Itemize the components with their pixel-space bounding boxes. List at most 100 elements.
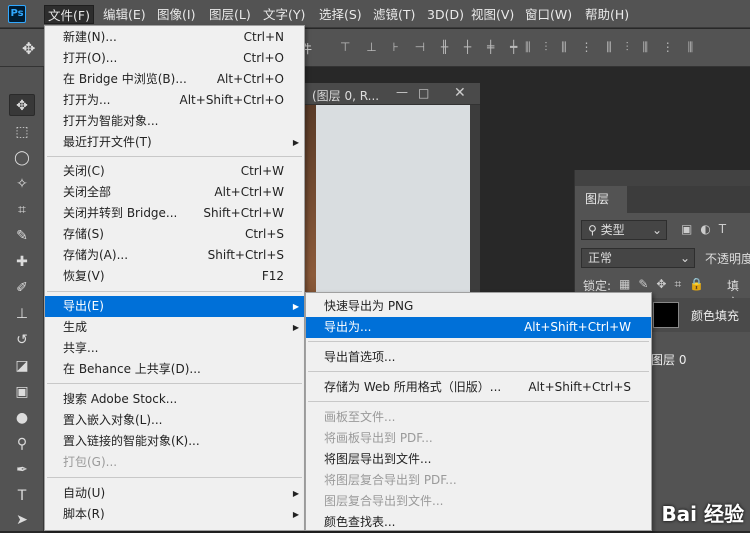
pen-tool-icon[interactable]: ✒ (9, 459, 35, 481)
magic-wand-icon[interactable]: ✧ (9, 173, 35, 195)
menu-item[interactable]: 导出首选项... (306, 347, 651, 368)
menu-item[interactable]: 共享... (45, 338, 304, 359)
eyedropper-icon[interactable]: ✎ (9, 225, 35, 247)
menu-item[interactable]: 导出(E)▶ (45, 296, 304, 317)
menu-item-shortcut: Alt+Shift+Ctrl+S (528, 377, 631, 398)
menu-layer[interactable]: 图层(L) (206, 5, 254, 24)
minimize-icon[interactable]: — (396, 85, 408, 99)
eraser-tool-icon[interactable]: ◪ (9, 355, 35, 377)
menu-item[interactable]: 搜索 Adobe Stock... (45, 389, 304, 410)
maximize-icon[interactable]: □ (418, 86, 429, 100)
menu-item[interactable]: 在 Bridge 中浏览(B)...Alt+Ctrl+O (45, 69, 304, 90)
menu-item[interactable]: 恢复(V)F12 (45, 266, 304, 287)
menu-item-shortcut: Ctrl+O (243, 48, 284, 69)
menu-item-label: 新建(N)... (63, 27, 117, 48)
menu-view[interactable]: 视图(V) (468, 5, 517, 24)
menu-item: 将画板导出到 PDF... (306, 428, 651, 449)
tools-panel: ✥ ⬚ ◯ ✧ ⌗ ✎ ✚ ✐ ⊥ ↺ ◪ ▣ ● ⚲ ✒ T ➤ (0, 67, 44, 531)
menu-item[interactable]: 存储(S)Ctrl+S (45, 224, 304, 245)
blur-tool-icon[interactable]: ● (9, 407, 35, 429)
menu-item-label: 打开为... (63, 90, 110, 111)
menu-item-label: 打开(O)... (63, 48, 117, 69)
brush-tool-icon[interactable]: ✐ (9, 277, 35, 299)
menu-item[interactable]: 生成▶ (45, 317, 304, 338)
menu-item[interactable]: 存储为 Web 所用格式（旧版）... Alt+Shift+Ctrl+S (306, 377, 651, 398)
path-select-icon[interactable]: ➤ (9, 509, 35, 531)
menu-item[interactable]: 快速导出为 PNG (306, 296, 651, 317)
align-icons[interactable]: ⊤ ⊥ ⊦ ⊣ ╫ ┼ ╪ ┿ (340, 40, 523, 54)
menu-item-label: 脚本(R) (63, 504, 105, 525)
filter-icons[interactable]: ▣◐T (681, 222, 734, 236)
menu-help[interactable]: 帮助(H) (582, 5, 632, 24)
menu-item-label: 导出首选项... (324, 347, 395, 368)
menu-item[interactable]: 导出为... Alt+Shift+Ctrl+W (306, 317, 651, 338)
menu-separator (47, 156, 302, 157)
menu-file[interactable]: 文件(F) (44, 5, 94, 24)
export-submenu: 快速导出为 PNG导出为... Alt+Shift+Ctrl+W 导出首选项... 存… (305, 292, 652, 531)
menu-separator (308, 341, 649, 342)
menu-bar: Ps 文件(F) 编辑(E) 图像(I) 图层(L) 文字(Y) 选择(S) 滤… (0, 0, 750, 28)
menu-item[interactable]: 最近打开文件(T)▶ (45, 132, 304, 153)
menu-item[interactable]: 新建(N)...Ctrl+N (45, 27, 304, 48)
menu-3d[interactable]: 3D(D) (424, 5, 467, 24)
blend-mode-select[interactable]: 正常⌄ (581, 248, 695, 268)
menu-item[interactable]: 存储为(A)...Shift+Ctrl+S (45, 245, 304, 266)
menu-item[interactable]: 自动(U)▶ (45, 483, 304, 504)
menu-item[interactable]: 关闭(C) Ctrl+W (45, 161, 304, 182)
menu-item[interactable]: 在 Behance 上共享(D)... (45, 359, 304, 380)
menu-item[interactable]: 关闭并转到 Bridge...Shift+Ctrl+W (45, 203, 304, 224)
type-tool-icon[interactable]: T (9, 485, 35, 507)
menu-item[interactable]: 脚本(R)▶ (45, 504, 304, 525)
menu-item[interactable]: 置入链接的智能对象(K)... (45, 431, 304, 452)
move-tool-icon[interactable]: ✥ (22, 39, 35, 58)
menu-filter[interactable]: 滤镜(T) (370, 5, 418, 24)
history-brush-icon[interactable]: ↺ (9, 329, 35, 351)
lock-icons[interactable]: ▦✎✥⌗🔒 (619, 277, 712, 292)
menu-item[interactable]: 打开为智能对象... (45, 111, 304, 132)
menu-item: 画板至文件... (306, 407, 651, 428)
layers-tab[interactable]: 图层 (575, 186, 627, 213)
menu-item-label: 恢复(V) (63, 266, 105, 287)
crop-tool-icon[interactable]: ⌗ (9, 199, 35, 221)
filter-type-label: 类型 (601, 223, 625, 237)
menu-separator (47, 291, 302, 292)
marquee-tool-icon[interactable]: ⬚ (9, 121, 35, 143)
menu-item-shortcut: Alt+Shift+Ctrl+O (180, 90, 284, 111)
menu-separator (47, 477, 302, 478)
dodge-tool-icon[interactable]: ⚲ (9, 433, 35, 455)
menu-item[interactable]: 关闭全部Alt+Ctrl+W (45, 182, 304, 203)
menu-item-label: 导出为... (324, 317, 371, 338)
stamp-tool-icon[interactable]: ⊥ (9, 303, 35, 325)
menu-item-label: 将画板导出到 PDF... (324, 428, 433, 449)
menu-select[interactable]: 选择(S) (316, 5, 365, 24)
menu-item[interactable]: 置入嵌入对象(L)... (45, 410, 304, 431)
menu-item-shortcut: Ctrl+S (245, 224, 284, 245)
move-tool-icon[interactable]: ✥ (9, 94, 35, 116)
menu-item[interactable]: 将图层导出到文件... (306, 449, 651, 470)
menu-item-shortcut: Alt+Shift+Ctrl+W (524, 317, 631, 338)
healing-brush-icon[interactable]: ✚ (9, 251, 35, 273)
filter-type-select[interactable]: ⚲ 类型⌄ (581, 220, 667, 240)
menu-separator (47, 383, 302, 384)
menu-item[interactable]: 打开(O)... Ctrl+O (45, 48, 304, 69)
menu-item-label: 存储为 Web 所用格式（旧版）... (324, 377, 501, 398)
menu-item: 打包(G)... (45, 452, 304, 473)
distribute-icons[interactable]: ⫼ ⫶ ⫼ ⋮ ⫼ ⫶ ⫼ ⋮ ⫼ (525, 40, 698, 55)
menu-type[interactable]: 文字(Y) (260, 5, 308, 24)
menu-item-shortcut: Ctrl+W (241, 161, 284, 182)
gradient-tool-icon[interactable]: ▣ (9, 381, 35, 403)
layer-name: 颜色填充 (691, 307, 739, 324)
menu-edit[interactable]: 编辑(E) (100, 5, 149, 24)
menu-item-label: 关闭(C) (63, 161, 105, 182)
menu-item[interactable]: 打开为... Alt+Shift+Ctrl+O (45, 90, 304, 111)
menu-window[interactable]: 窗口(W) (522, 5, 575, 24)
menu-item-label: 颜色查找表... (324, 512, 395, 533)
close-icon[interactable]: ✕ (454, 85, 466, 101)
menu-item-label: 导出(E) (63, 296, 104, 317)
lasso-tool-icon[interactable]: ◯ (9, 147, 35, 169)
document-tab[interactable]: (图层 0, R... — □ ✕ (300, 83, 480, 105)
menu-item-label: 将图层复合导出到 PDF... (324, 470, 457, 491)
menu-image[interactable]: 图像(I) (154, 5, 198, 24)
menu-item-label: 打包(G)... (63, 452, 117, 473)
menu-item[interactable]: 颜色查找表... (306, 512, 651, 533)
